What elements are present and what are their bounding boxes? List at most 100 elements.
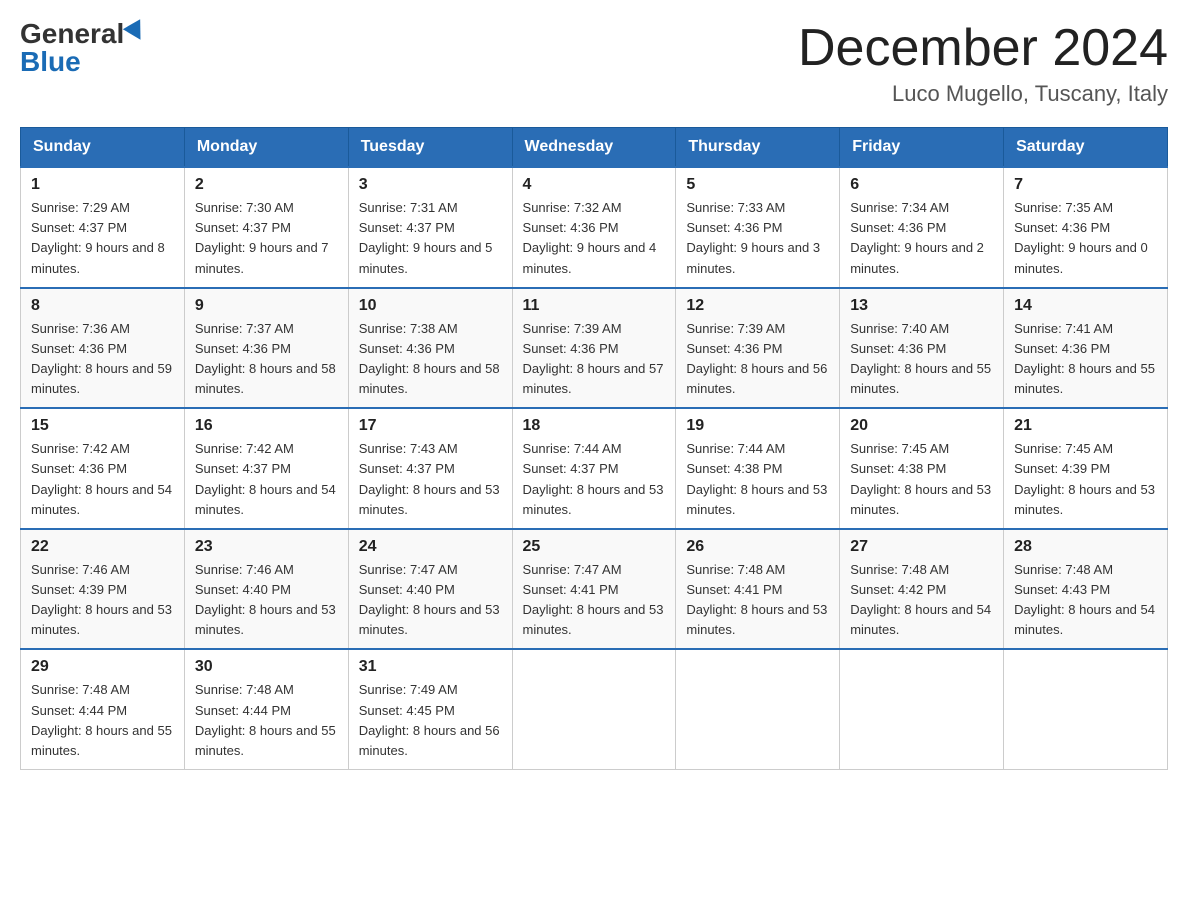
day-of-week-header: Saturday xyxy=(1004,128,1168,168)
day-info: Sunrise: 7:33 AMSunset: 4:36 PMDaylight:… xyxy=(686,200,820,275)
calendar-day-cell xyxy=(840,649,1004,769)
day-number: 21 xyxy=(1014,417,1157,435)
calendar-title: December 2024 xyxy=(798,20,1168,77)
day-number: 17 xyxy=(359,417,502,435)
day-info: Sunrise: 7:38 AMSunset: 4:36 PMDaylight:… xyxy=(359,321,500,396)
location-subtitle: Luco Mugello, Tuscany, Italy xyxy=(798,81,1168,107)
page-header: General Blue December 2024 Luco Mugello,… xyxy=(20,20,1168,107)
calendar-day-cell: 12 Sunrise: 7:39 AMSunset: 4:36 PMDaylig… xyxy=(676,288,840,409)
day-info: Sunrise: 7:42 AMSunset: 4:36 PMDaylight:… xyxy=(31,441,172,516)
calendar-table: SundayMondayTuesdayWednesdayThursdayFrid… xyxy=(20,127,1168,770)
calendar-day-cell: 23 Sunrise: 7:46 AMSunset: 4:40 PMDaylig… xyxy=(184,529,348,650)
calendar-day-cell xyxy=(676,649,840,769)
calendar-week-row: 22 Sunrise: 7:46 AMSunset: 4:39 PMDaylig… xyxy=(21,529,1168,650)
calendar-day-cell: 31 Sunrise: 7:49 AMSunset: 4:45 PMDaylig… xyxy=(348,649,512,769)
day-of-week-header: Friday xyxy=(840,128,1004,168)
calendar-header-row: SundayMondayTuesdayWednesdayThursdayFrid… xyxy=(21,128,1168,168)
day-info: Sunrise: 7:30 AMSunset: 4:37 PMDaylight:… xyxy=(195,200,329,275)
calendar-week-row: 15 Sunrise: 7:42 AMSunset: 4:36 PMDaylig… xyxy=(21,408,1168,529)
logo-triangle-icon xyxy=(123,19,149,45)
calendar-day-cell: 26 Sunrise: 7:48 AMSunset: 4:41 PMDaylig… xyxy=(676,529,840,650)
day-info: Sunrise: 7:34 AMSunset: 4:36 PMDaylight:… xyxy=(850,200,984,275)
day-number: 18 xyxy=(523,417,666,435)
calendar-day-cell: 8 Sunrise: 7:36 AMSunset: 4:36 PMDayligh… xyxy=(21,288,185,409)
day-info: Sunrise: 7:43 AMSunset: 4:37 PMDaylight:… xyxy=(359,441,500,516)
day-of-week-header: Sunday xyxy=(21,128,185,168)
day-number: 1 xyxy=(31,176,174,194)
calendar-day-cell: 15 Sunrise: 7:42 AMSunset: 4:36 PMDaylig… xyxy=(21,408,185,529)
day-number: 25 xyxy=(523,538,666,556)
day-of-week-header: Monday xyxy=(184,128,348,168)
calendar-day-cell: 25 Sunrise: 7:47 AMSunset: 4:41 PMDaylig… xyxy=(512,529,676,650)
day-info: Sunrise: 7:48 AMSunset: 4:44 PMDaylight:… xyxy=(31,682,172,757)
day-info: Sunrise: 7:46 AMSunset: 4:39 PMDaylight:… xyxy=(31,562,172,637)
day-info: Sunrise: 7:45 AMSunset: 4:39 PMDaylight:… xyxy=(1014,441,1155,516)
day-info: Sunrise: 7:35 AMSunset: 4:36 PMDaylight:… xyxy=(1014,200,1148,275)
day-info: Sunrise: 7:41 AMSunset: 4:36 PMDaylight:… xyxy=(1014,321,1155,396)
day-number: 30 xyxy=(195,658,338,676)
day-info: Sunrise: 7:42 AMSunset: 4:37 PMDaylight:… xyxy=(195,441,336,516)
calendar-day-cell: 20 Sunrise: 7:45 AMSunset: 4:38 PMDaylig… xyxy=(840,408,1004,529)
day-info: Sunrise: 7:39 AMSunset: 4:36 PMDaylight:… xyxy=(686,321,827,396)
day-number: 26 xyxy=(686,538,829,556)
day-number: 29 xyxy=(31,658,174,676)
calendar-day-cell xyxy=(512,649,676,769)
day-info: Sunrise: 7:39 AMSunset: 4:36 PMDaylight:… xyxy=(523,321,664,396)
day-number: 31 xyxy=(359,658,502,676)
day-info: Sunrise: 7:44 AMSunset: 4:37 PMDaylight:… xyxy=(523,441,664,516)
calendar-day-cell: 16 Sunrise: 7:42 AMSunset: 4:37 PMDaylig… xyxy=(184,408,348,529)
calendar-day-cell: 9 Sunrise: 7:37 AMSunset: 4:36 PMDayligh… xyxy=(184,288,348,409)
day-number: 11 xyxy=(523,297,666,315)
day-number: 28 xyxy=(1014,538,1157,556)
calendar-day-cell: 22 Sunrise: 7:46 AMSunset: 4:39 PMDaylig… xyxy=(21,529,185,650)
calendar-day-cell: 29 Sunrise: 7:48 AMSunset: 4:44 PMDaylig… xyxy=(21,649,185,769)
day-info: Sunrise: 7:37 AMSunset: 4:36 PMDaylight:… xyxy=(195,321,336,396)
calendar-day-cell: 14 Sunrise: 7:41 AMSunset: 4:36 PMDaylig… xyxy=(1004,288,1168,409)
calendar-day-cell: 27 Sunrise: 7:48 AMSunset: 4:42 PMDaylig… xyxy=(840,529,1004,650)
day-info: Sunrise: 7:47 AMSunset: 4:41 PMDaylight:… xyxy=(523,562,664,637)
calendar-day-cell: 10 Sunrise: 7:38 AMSunset: 4:36 PMDaylig… xyxy=(348,288,512,409)
calendar-day-cell: 19 Sunrise: 7:44 AMSunset: 4:38 PMDaylig… xyxy=(676,408,840,529)
calendar-week-row: 29 Sunrise: 7:48 AMSunset: 4:44 PMDaylig… xyxy=(21,649,1168,769)
calendar-day-cell: 28 Sunrise: 7:48 AMSunset: 4:43 PMDaylig… xyxy=(1004,529,1168,650)
day-number: 24 xyxy=(359,538,502,556)
day-info: Sunrise: 7:45 AMSunset: 4:38 PMDaylight:… xyxy=(850,441,991,516)
day-info: Sunrise: 7:31 AMSunset: 4:37 PMDaylight:… xyxy=(359,200,493,275)
calendar-day-cell: 21 Sunrise: 7:45 AMSunset: 4:39 PMDaylig… xyxy=(1004,408,1168,529)
day-info: Sunrise: 7:46 AMSunset: 4:40 PMDaylight:… xyxy=(195,562,336,637)
day-info: Sunrise: 7:36 AMSunset: 4:36 PMDaylight:… xyxy=(31,321,172,396)
day-number: 9 xyxy=(195,297,338,315)
day-number: 3 xyxy=(359,176,502,194)
day-number: 2 xyxy=(195,176,338,194)
day-info: Sunrise: 7:48 AMSunset: 4:44 PMDaylight:… xyxy=(195,682,336,757)
calendar-day-cell xyxy=(1004,649,1168,769)
day-info: Sunrise: 7:40 AMSunset: 4:36 PMDaylight:… xyxy=(850,321,991,396)
day-number: 15 xyxy=(31,417,174,435)
day-number: 8 xyxy=(31,297,174,315)
day-number: 23 xyxy=(195,538,338,556)
calendar-day-cell: 2 Sunrise: 7:30 AMSunset: 4:37 PMDayligh… xyxy=(184,167,348,288)
day-number: 4 xyxy=(523,176,666,194)
day-number: 10 xyxy=(359,297,502,315)
day-number: 5 xyxy=(686,176,829,194)
calendar-day-cell: 13 Sunrise: 7:40 AMSunset: 4:36 PMDaylig… xyxy=(840,288,1004,409)
day-number: 6 xyxy=(850,176,993,194)
calendar-day-cell: 24 Sunrise: 7:47 AMSunset: 4:40 PMDaylig… xyxy=(348,529,512,650)
day-info: Sunrise: 7:32 AMSunset: 4:36 PMDaylight:… xyxy=(523,200,657,275)
calendar-day-cell: 5 Sunrise: 7:33 AMSunset: 4:36 PMDayligh… xyxy=(676,167,840,288)
day-number: 7 xyxy=(1014,176,1157,194)
logo-general-text: General xyxy=(20,20,124,48)
calendar-day-cell: 11 Sunrise: 7:39 AMSunset: 4:36 PMDaylig… xyxy=(512,288,676,409)
day-info: Sunrise: 7:47 AMSunset: 4:40 PMDaylight:… xyxy=(359,562,500,637)
day-info: Sunrise: 7:48 AMSunset: 4:42 PMDaylight:… xyxy=(850,562,991,637)
calendar-day-cell: 6 Sunrise: 7:34 AMSunset: 4:36 PMDayligh… xyxy=(840,167,1004,288)
day-info: Sunrise: 7:49 AMSunset: 4:45 PMDaylight:… xyxy=(359,682,500,757)
day-info: Sunrise: 7:48 AMSunset: 4:43 PMDaylight:… xyxy=(1014,562,1155,637)
calendar-day-cell: 18 Sunrise: 7:44 AMSunset: 4:37 PMDaylig… xyxy=(512,408,676,529)
calendar-day-cell: 4 Sunrise: 7:32 AMSunset: 4:36 PMDayligh… xyxy=(512,167,676,288)
day-of-week-header: Wednesday xyxy=(512,128,676,168)
day-number: 14 xyxy=(1014,297,1157,315)
day-number: 22 xyxy=(31,538,174,556)
calendar-week-row: 1 Sunrise: 7:29 AMSunset: 4:37 PMDayligh… xyxy=(21,167,1168,288)
day-number: 16 xyxy=(195,417,338,435)
